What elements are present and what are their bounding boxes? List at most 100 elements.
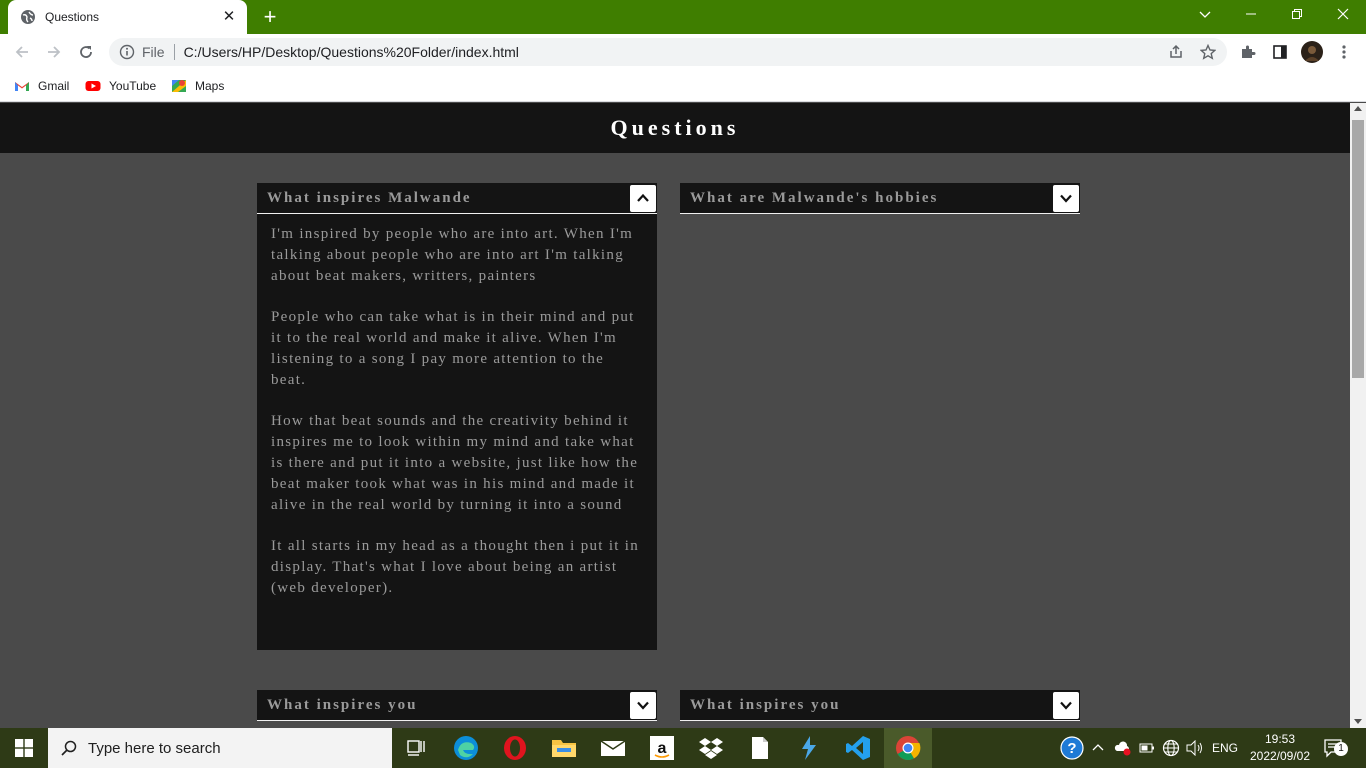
forward-arrow-icon [48,46,61,58]
question-label: What inspires you [267,696,418,713]
restore-button[interactable] [1274,0,1320,30]
bookmark-gmail[interactable]: Gmail [14,76,69,96]
task-view-icon [407,740,425,756]
new-tab-button[interactable]: + [258,5,282,29]
help-tray-icon[interactable]: ? [1060,728,1084,768]
question-header-inspires-you[interactable]: What inspires you [257,690,657,721]
scroll-down-arrow[interactable] [1354,719,1362,724]
expand-button[interactable] [1053,691,1079,719]
folder-icon [552,740,576,757]
chevron-down-icon [1060,194,1072,203]
speaker-icon [1186,740,1202,756]
chrome-menu-button[interactable] [1332,40,1356,64]
question-header-hobbies[interactable]: What are Malwande's hobbies [680,183,1080,214]
opera-icon [504,736,526,760]
windows-logo-icon [15,739,33,757]
expand-button[interactable] [630,691,656,719]
bookmark-label: Gmail [38,79,70,93]
extensions-button[interactable] [1236,40,1260,64]
info-icon[interactable] [119,44,135,60]
vscode-app[interactable] [838,732,878,764]
tray-battery[interactable] [1139,728,1155,768]
tray-network[interactable] [1162,728,1180,768]
svg-text:a: a [658,740,667,757]
avatar [1301,41,1323,63]
tab-close-icon[interactable]: ✕ [221,9,237,25]
notepad-app[interactable] [740,732,780,764]
close-icon [1337,8,1349,20]
edge-icon [454,736,478,760]
reload-button[interactable] [74,40,98,64]
collapse-button[interactable] [630,184,656,212]
chevron-down-icon [1199,11,1211,18]
edge-app[interactable] [446,732,486,764]
mail-icon [600,740,626,756]
battery-icon [1139,743,1154,753]
mail-app[interactable] [593,732,633,764]
amazon-app[interactable]: a [642,732,682,764]
tab-title: Questions [45,10,100,24]
chevron-down-icon [1060,701,1072,710]
clock-date: 2022/09/02 [1249,749,1311,763]
tray-cloud[interactable] [1114,728,1132,768]
minimize-icon [1246,13,1256,15]
language-indicator[interactable]: ENG [1212,728,1238,768]
search-placeholder: Type here to search [88,739,221,757]
page-scrollbar[interactable] [1350,103,1366,728]
share-icon [1170,44,1182,58]
profile-avatar[interactable] [1300,40,1324,64]
forward-button[interactable] [42,40,66,64]
dropbox-icon [699,738,723,759]
chevron-up-icon [637,193,649,202]
tray-overflow[interactable] [1092,728,1104,768]
file-explorer-app[interactable] [544,732,584,764]
windows-taskbar: Type here to search a ? ENG 19:53 2022/0… [0,728,1366,768]
minimize-button[interactable] [1228,0,1274,30]
bookmark-youtube[interactable]: YouTube [85,76,156,96]
tray-volume[interactable] [1186,728,1204,768]
bookmark-star-button[interactable] [1196,40,1220,64]
close-window-button[interactable] [1320,0,1366,30]
reload-icon [80,46,92,58]
maps-icon [172,80,186,92]
question-header-inspires-you-2[interactable]: What inspires you [680,690,1080,721]
start-button[interactable] [0,728,48,768]
address-bar[interactable]: File C:/Users/HP/Desktop/Questions%20Fol… [109,38,1227,66]
back-button[interactable] [10,40,34,64]
question-header-inspires-malwande[interactable]: What inspires Malwande [257,183,657,214]
globe-icon [21,10,35,24]
amazon-icon: a [650,736,674,760]
url-text[interactable]: C:/Users/HP/Desktop/Questions%20Folder/i… [184,44,519,60]
answer-paragraph: People who can take what is in their min… [271,309,635,388]
scroll-up-arrow[interactable] [1354,106,1362,111]
page-header: Questions [0,103,1350,153]
puzzle-icon [1242,45,1256,58]
gmail-icon [15,82,29,91]
bolt-icon [802,736,816,760]
sourcetree-app[interactable] [789,732,829,764]
back-arrow-icon [15,46,28,58]
kebab-menu-icon [1342,45,1346,59]
tab-search-button[interactable] [1182,0,1228,30]
answer-paragraph: It all starts in my head as a thought th… [271,538,640,596]
chrome-app[interactable] [888,732,928,764]
chevron-up-icon [1092,744,1104,751]
cloud-error-icon [1114,741,1131,756]
answer-paragraph: I'm inspired by people who are into art.… [271,226,634,284]
system-clock[interactable]: 19:53 2022/09/02 [1240,731,1320,765]
dropbox-app[interactable] [691,732,731,764]
opera-app[interactable] [495,732,535,764]
scroll-thumb[interactable] [1352,120,1364,378]
question-label: What are Malwande's hobbies [690,189,939,206]
browser-tab[interactable]: Questions ✕ [8,0,247,34]
side-panel-button[interactable] [1268,40,1292,64]
browser-toolbar: File C:/Users/HP/Desktop/Questions%20Fol… [0,34,1366,70]
globe-icon [1162,739,1180,757]
task-view-button[interactable] [396,732,436,764]
notification-count: 1 [1334,742,1348,756]
taskbar-search[interactable]: Type here to search [48,728,392,768]
expand-button[interactable] [1053,184,1079,212]
bookmark-maps[interactable]: Maps [171,76,224,96]
clock-time: 19:53 [1264,732,1296,746]
share-button[interactable] [1164,40,1188,64]
